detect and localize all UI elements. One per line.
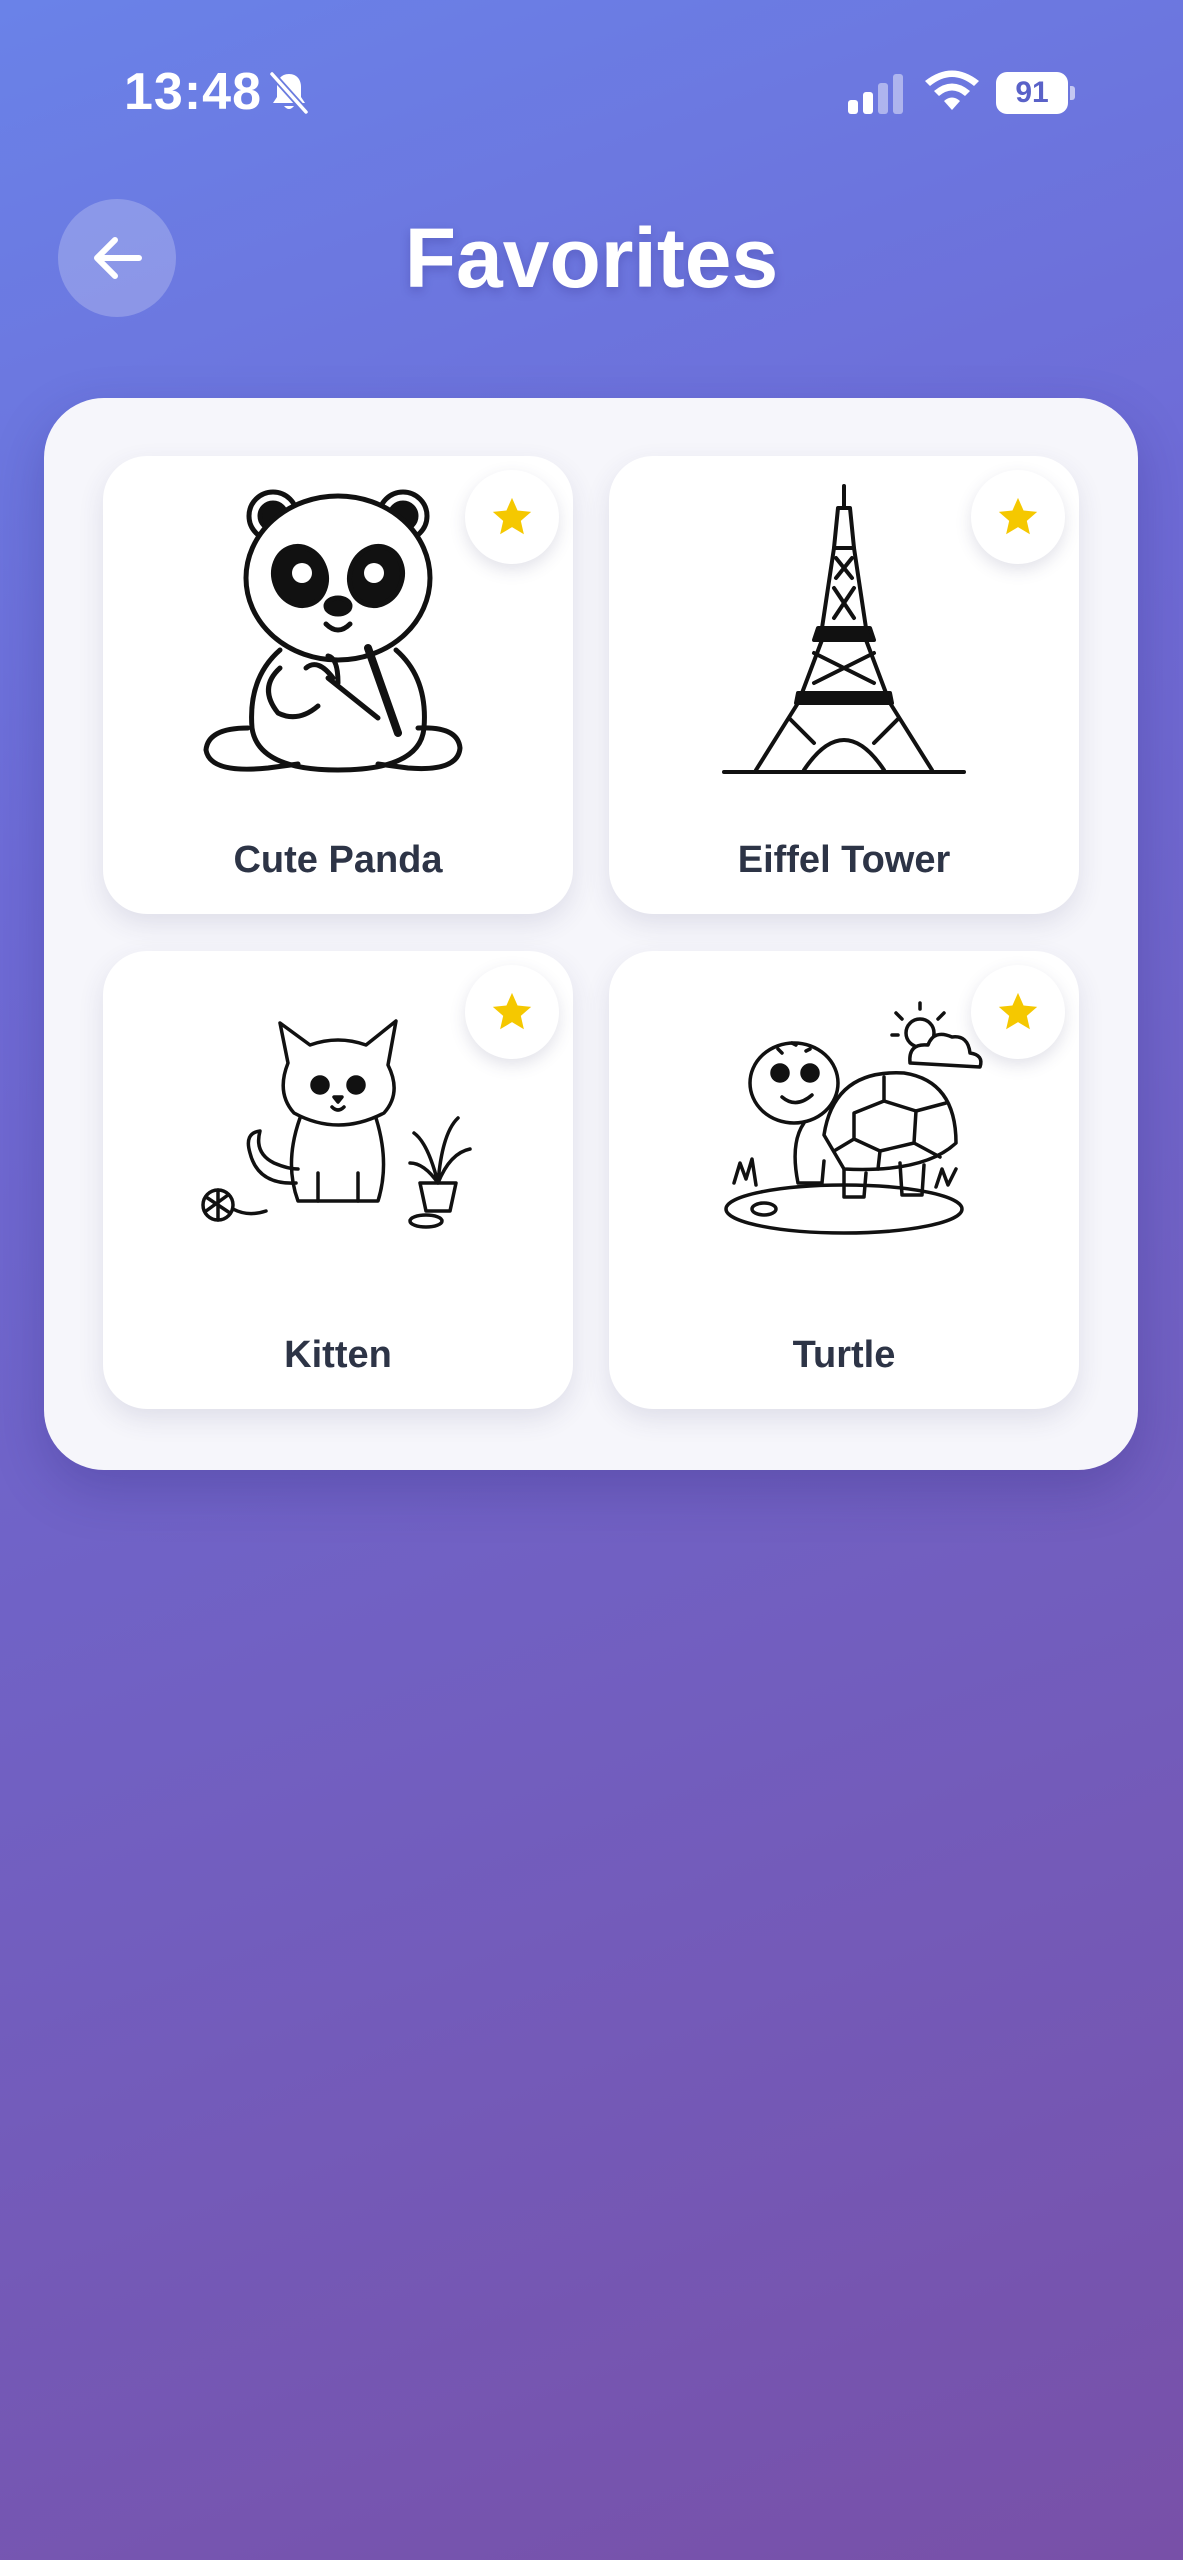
status-time: 13:48 xyxy=(124,63,262,121)
battery-icon: 91 xyxy=(996,72,1076,114)
panda-drawing xyxy=(203,489,463,773)
battery-tip xyxy=(1070,86,1075,100)
turtle-drawing xyxy=(724,1001,983,1235)
favorite-toggle-button[interactable] xyxy=(971,965,1065,1059)
card-title: Eiffel Tower xyxy=(737,839,951,881)
page-title: Favorites xyxy=(404,211,779,305)
favorite-card-panda[interactable]: Cute Panda xyxy=(103,456,573,914)
favorite-card-kitten[interactable]: Kitten xyxy=(103,951,573,1409)
battery-level: 91 xyxy=(996,72,1068,114)
favorite-toggle-button[interactable] xyxy=(465,965,559,1059)
eiffel-tower-drawing xyxy=(722,484,966,774)
card-title: Kitten xyxy=(284,1334,392,1376)
bell-slash-icon xyxy=(269,71,309,115)
favorite-card-eiffel-tower[interactable]: Eiffel Tower xyxy=(609,456,1079,914)
card-title: Turtle xyxy=(792,1334,896,1376)
star-icon xyxy=(998,992,1038,1030)
favorite-toggle-button[interactable] xyxy=(465,470,559,564)
favorite-toggle-button[interactable] xyxy=(971,470,1065,564)
star-icon xyxy=(492,992,532,1030)
kitten-drawing xyxy=(201,1019,472,1229)
star-icon xyxy=(998,497,1038,535)
cellular-signal-icon xyxy=(848,74,903,114)
card-title: Cute Panda xyxy=(233,839,443,881)
favorite-card-turtle[interactable]: Turtle xyxy=(609,951,1079,1409)
star-icon xyxy=(492,497,532,535)
favorites-panel: Cute Panda Eiffel Tower Kitten Turtle xyxy=(44,398,1138,1470)
status-bar: 13:48 91 xyxy=(0,0,1183,190)
wifi-icon xyxy=(925,70,979,110)
